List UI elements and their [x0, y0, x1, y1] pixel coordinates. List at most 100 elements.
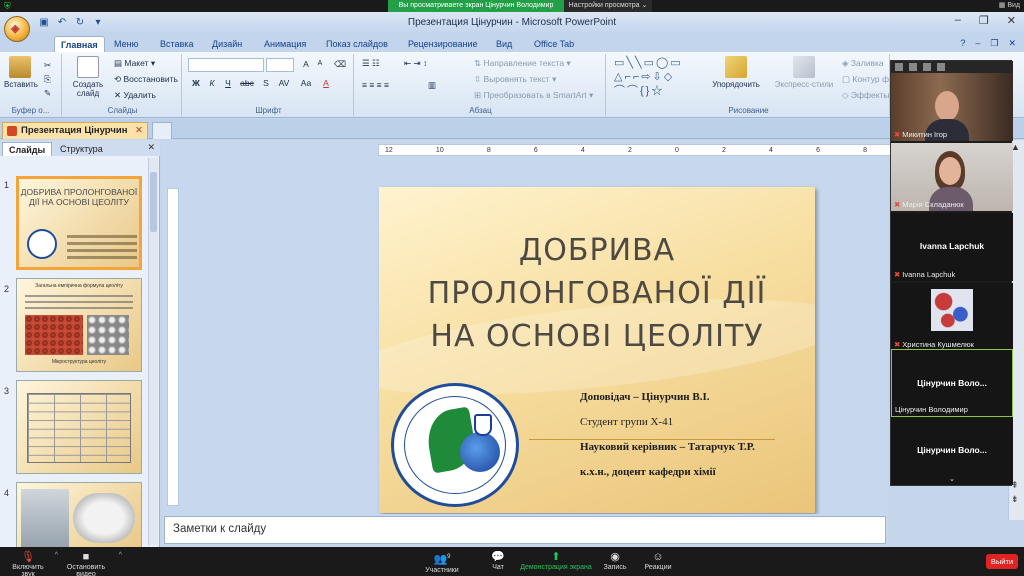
participant-tile[interactable]: ✖ Христина Кушмелюк [891, 283, 1013, 351]
reactions-button[interactable]: ☺ Реакции [644, 550, 672, 571]
indent-icon[interactable]: ⇤ ⇥ ↕ [404, 58, 427, 69]
tab-review[interactable]: Рецензирование [402, 36, 484, 52]
align-text-button[interactable]: ⇳ Выровнять текст ▾ [474, 74, 556, 85]
close-tab-icon[interactable]: ✕ [135, 123, 143, 139]
participants-button[interactable]: 👥9 Участники [424, 550, 460, 574]
tab-slideshow[interactable]: Показ слайдов [320, 36, 394, 52]
shadow-button[interactable]: S [260, 78, 272, 88]
expand-participants-icon[interactable]: ⌄ [891, 473, 1013, 485]
font-name-field[interactable] [188, 58, 264, 72]
record-button[interactable]: ◉ Запись [602, 550, 628, 571]
layout-button[interactable]: ▤ Макет ▾ [114, 58, 155, 69]
slide-thumbnail-3[interactable] [16, 380, 142, 474]
participant-tile-active[interactable]: Цінурчин Воло... Цінурчин Володимир [891, 349, 1013, 417]
grow-font-button[interactable]: A [300, 59, 312, 69]
smartart-button[interactable]: ⊞ Преобразовать в SmartArt ▾ [474, 90, 593, 101]
advisor-line[interactable]: Науковий керівник – Татарчук Т.Р. [580, 441, 755, 453]
fill-button[interactable]: ◈ Заливка [842, 58, 884, 69]
close-icon[interactable]: ✕ [1007, 14, 1016, 27]
reset-button[interactable]: ⟲ Восстановить [114, 74, 178, 85]
participant-name-row: ✖ Ivanna Lapchuk [894, 270, 955, 279]
layout-icon[interactable] [937, 63, 945, 71]
align-icon[interactable]: ≡ ≡ ≡ ≡ [362, 80, 389, 90]
scroll-thumb[interactable] [150, 172, 157, 232]
ribbon-restore-icon[interactable]: ❐ [990, 38, 998, 49]
share-screen-button[interactable]: ⬆ Демонстрация экрана [520, 550, 592, 571]
office-button[interactable]: ◈ [4, 16, 30, 42]
font-color-button[interactable]: A [320, 78, 332, 88]
cut-icon[interactable]: ✂ [44, 60, 51, 71]
tab-outline[interactable]: Структура [54, 142, 109, 156]
strikethrough-button[interactable]: abc [238, 78, 256, 88]
slide-thumbnail-4[interactable] [16, 482, 142, 547]
tab-menu[interactable]: Меню [108, 36, 144, 52]
degree-line[interactable]: к.х.н., доцент кафедри хімії [580, 466, 716, 478]
change-case-button[interactable]: Aa [298, 78, 314, 88]
thumbnail-scrollbar[interactable] [148, 158, 158, 545]
document-tab[interactable]: Презентация Цінурчин ✕ [2, 122, 148, 139]
notes-field[interactable]: Заметки к слайду [164, 516, 886, 544]
group-clipboard: Вставить ✂ ⎘ ✎ Буфер о... [0, 54, 62, 116]
participant-tile[interactable]: ✖ Марія Складанюк [891, 143, 1013, 211]
stop-video-button[interactable]: ■ Остановить видео ^ [58, 550, 122, 576]
spacing-button[interactable]: AV [276, 78, 292, 88]
italic-button[interactable]: К [206, 78, 218, 88]
unmute-button[interactable]: 🎙 Включить звук ^ [6, 550, 58, 576]
effects-button[interactable]: ◇ Эффекты [842, 90, 890, 101]
new-slide-button[interactable]: Создать слайд [68, 56, 108, 98]
slide-canvas[interactable]: ДОБРИВА ПРОЛОНГОВАНОЇ ДІЇ НА ОСНОВІ ЦЕОЛ… [379, 187, 815, 513]
arrange-button[interactable]: Упорядочить [708, 56, 764, 89]
delete-slide-button[interactable]: ✕ Удалить [114, 90, 156, 101]
quick-styles-button[interactable]: Экспресс-стили [768, 56, 840, 89]
participant-name-row: ✖ Марія Складанюк [894, 200, 964, 209]
shapes-gallery[interactable]: ▭╲╲▭◯▭ △⌐⌐⇨⇩◇ ⌒⌒{}☆ [614, 56, 683, 98]
thumb-number: 2 [4, 284, 10, 294]
participant-tile[interactable]: ✖ Микитин Ігор [891, 73, 1013, 141]
speaker-line[interactable]: Доповідач – Цінурчин В.І. [580, 391, 710, 403]
maximize-icon[interactable]: ❐ [979, 14, 989, 27]
view-options-button[interactable]: Настройки просмотра ⌄ [564, 0, 652, 12]
panel-controls [891, 61, 1013, 73]
tab-animation[interactable]: Анимация [258, 36, 312, 52]
chat-button[interactable]: 💬 Чат [488, 550, 508, 571]
student-line[interactable]: Студент групи Х-41 [580, 416, 673, 428]
shrink-font-button[interactable]: A [314, 60, 326, 67]
columns-icon[interactable]: ▥ [428, 80, 436, 91]
layout-icon[interactable] [895, 63, 903, 71]
chevron-up-icon[interactable]: ^ [119, 552, 122, 559]
tab-home[interactable]: Главная [54, 36, 105, 52]
layout-icon[interactable] [909, 63, 917, 71]
layout-icon[interactable] [923, 63, 931, 71]
tab-office-tab[interactable]: Office Tab [528, 36, 580, 52]
bullets-icon[interactable]: ☰ ☷ [362, 58, 380, 69]
participant-tile[interactable]: Ivanna Lapchuk ✖ Ivanna Lapchuk [891, 213, 1013, 281]
bold-button[interactable]: Ж [190, 78, 202, 88]
slide-title[interactable]: ДОБРИВА ПРОЛОНГОВАНОЇ ДІЇ НА ОСНОВІ ЦЕОЛ… [419, 229, 775, 358]
font-size-field[interactable] [266, 58, 294, 72]
share-banner: Вы просматриваете экран Цінурчин Володим… [388, 0, 564, 12]
clear-format-icon[interactable]: ⌫ [334, 59, 346, 70]
close-panel-icon[interactable]: ✕ [147, 142, 155, 153]
leave-button[interactable]: Выйти [986, 554, 1018, 569]
shield-icon[interactable]: ⛨ [4, 1, 14, 11]
tab-insert[interactable]: Вставка [154, 36, 199, 52]
tab-slides[interactable]: Слайды [2, 142, 53, 156]
minimize-icon[interactable]: – [955, 14, 961, 27]
new-tab-button[interactable] [152, 122, 172, 139]
paste-button[interactable]: Вставить [4, 56, 38, 89]
reactions-icon: ☺ [652, 551, 664, 563]
ribbon-minimize-icon[interactable]: – [975, 38, 980, 49]
copy-icon[interactable]: ⎘ [44, 74, 51, 85]
tab-design[interactable]: Дизайн [206, 36, 248, 52]
slide-thumbnail-2[interactable]: Загальна емпірична формула цеоліту Мікро… [16, 278, 142, 372]
text-direction-button[interactable]: ⇅ Направление текста ▾ [474, 58, 571, 69]
slide-thumbnail-1[interactable]: ДОБРИВА ПРОЛОНГОВАНОЇ ДІЇ НА ОСНОВІ ЦЕОЛ… [16, 176, 142, 270]
next-slide-icon[interactable]: ⇟ [1011, 494, 1019, 505]
outline-button[interactable]: ▢ Контур ф [842, 74, 889, 85]
help-icon[interactable]: ? [960, 38, 965, 49]
ribbon-close-icon[interactable]: ✕ [1008, 38, 1016, 49]
tab-view[interactable]: Вид [490, 36, 518, 52]
view-button[interactable]: ▦ Вид [999, 0, 1020, 12]
underline-button[interactable]: Ч [222, 78, 234, 88]
format-painter-icon[interactable]: ✎ [44, 88, 51, 99]
